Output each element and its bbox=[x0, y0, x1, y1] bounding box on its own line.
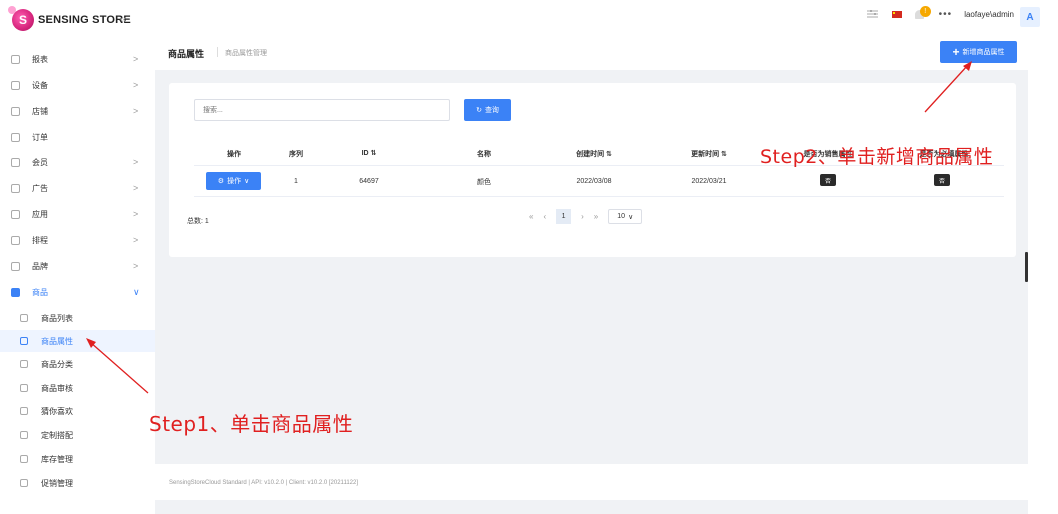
step1-annotation: Step1、单击商品属性 bbox=[149, 412, 354, 436]
step2-annotation: Step2、单击新增商品属性 bbox=[760, 146, 994, 168]
step2-arrow-line bbox=[924, 64, 969, 113]
step1-arrow-line bbox=[89, 341, 149, 394]
